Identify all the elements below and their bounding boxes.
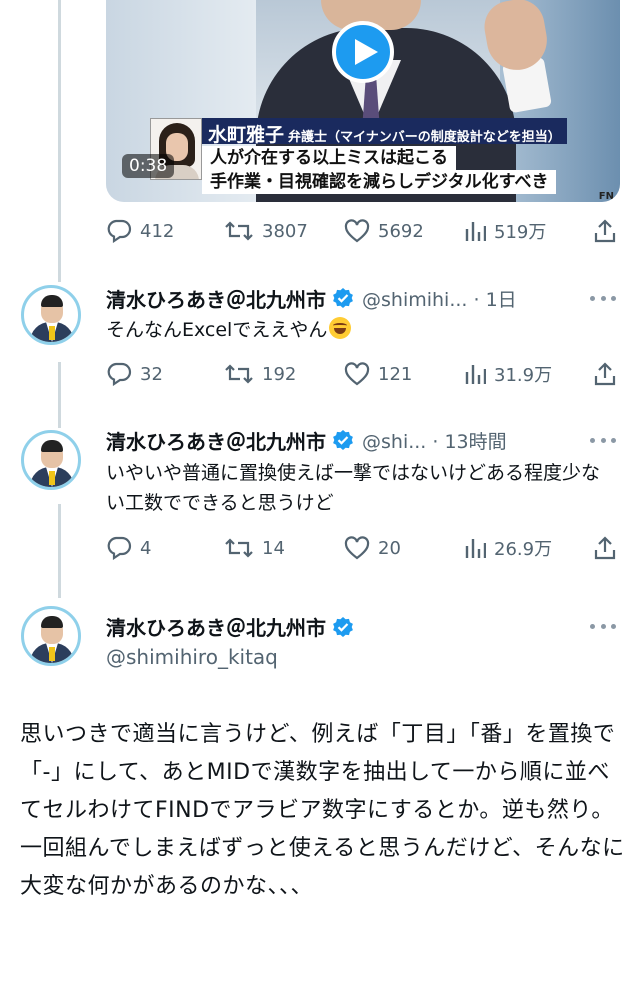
tweet-header: 清水ひろあき＠北九州市 @shimihi... · 1日 [106,283,517,313]
heart-icon [344,219,370,243]
video-duration: 0:38 [122,154,175,178]
play-icon [354,39,378,65]
heart-icon [344,362,370,386]
share-button[interactable] [594,536,616,560]
views-count: 26.9万 [494,539,553,560]
retweet-icon [225,364,253,384]
like-button[interactable]: 121 [344,362,412,386]
tweet-text: いやいや普通に置換使えば一撃ではないけどある程度少ない工数でできると思うけど [106,462,601,514]
share-icon [594,362,616,386]
display-name[interactable]: 清水ひろあき＠北九州市 [106,426,326,455]
caption-line-1: 人が介在する以上ミスは起こる [202,146,456,170]
like-button[interactable]: 20 [344,536,401,560]
tweet-actions: 32 192 121 31.9万 [106,359,620,389]
thread-line [58,362,61,428]
retweet-icon [225,538,253,558]
handle[interactable]: @shimihiro_kitaq [106,645,278,669]
heart-icon [344,536,370,560]
main-tweet-header: 清水ひろあき＠北九州市 [106,612,362,641]
verified-badge-icon [333,616,353,637]
retweet-count: 3807 [262,220,308,242]
reply-button[interactable]: 412 [106,219,174,243]
more-options-button[interactable] [590,294,616,302]
display-name[interactable]: 清水ひろあき＠北九州市 [106,612,326,641]
caption-line-2: 手作業・目視確認を減らしデジタル化すべき [202,170,557,194]
views-icon [465,365,486,384]
verified-badge-icon [333,288,353,308]
retweet-count: 14 [262,537,285,559]
avatar[interactable] [21,606,81,666]
play-button[interactable] [332,21,394,83]
video-player[interactable]: 水町雅子 弁護士（マイナンバーの制度設計などを担当） 人が介在する以上ミスは起こ… [106,0,620,202]
views-button[interactable]: 26.9万 [464,535,552,561]
tweet-actions: 4 14 20 26.9万 [106,533,620,563]
share-button[interactable] [594,362,616,386]
views-button[interactable]: 519万 [464,218,546,244]
news-caption: 水町雅子 弁護士（マイナンバーの制度設計などを担当） 人が介在する以上ミスは起こ… [150,118,620,202]
display-name[interactable]: 清水ひろあき＠北九州市 [106,284,326,313]
tweet-actions: 412 3807 5692 519万 [106,216,620,246]
retweet-count: 192 [262,363,297,385]
main-tweet-text: 思いつきで適当に言うけど、例えば「丁目」「番」を置換で「-」にして、あとMIDで… [20,722,625,899]
like-count: 20 [378,537,401,559]
handle-and-time[interactable]: @shimihi... · 1日 [362,285,517,312]
caption-name: 水町雅子 [208,124,285,146]
avatar[interactable] [21,430,81,490]
verified-badge-icon [333,430,353,450]
broadcaster-mark: FN [598,191,614,202]
reply-button[interactable]: 32 [106,362,163,386]
views-count: 31.9万 [494,365,553,386]
share-icon [594,219,616,243]
retweet-button[interactable]: 14 [224,537,285,559]
like-count: 121 [378,363,413,385]
reply-count: 32 [140,363,163,385]
more-options-button[interactable] [590,622,616,630]
reply-icon [107,362,132,386]
like-count: 5692 [378,220,424,242]
tweet-header: 清水ひろあき＠北九州市 @shi... · 13時間 [106,425,507,455]
caption-name-plate: 水町雅子 弁護士（マイナンバーの制度設計などを担当） [202,118,567,146]
retweet-button[interactable]: 3807 [224,220,308,242]
reply-icon [107,219,132,243]
more-options-button[interactable] [590,436,616,444]
views-icon [465,539,486,558]
reply-icon [107,536,132,560]
reply-count: 4 [140,537,152,559]
views-button[interactable]: 31.9万 [464,361,552,387]
share-button[interactable] [594,219,616,243]
caption-role: 弁護士（マイナンバーの制度設計などを担当） [288,130,561,145]
handle-and-time[interactable]: @shi... · 13時間 [362,427,507,454]
avatar[interactable] [21,285,81,345]
reply-count: 412 [140,220,175,242]
retweet-button[interactable]: 192 [224,363,296,385]
views-icon [465,222,486,241]
thread-line [58,0,61,282]
rolling-laughing-emoji-icon [329,317,352,339]
reply-button[interactable]: 4 [106,536,151,560]
tweet-text: そんなんExcelでええやん [106,315,616,345]
share-icon [594,536,616,560]
retweet-icon [225,221,253,241]
views-count: 519万 [494,222,547,243]
like-button[interactable]: 5692 [344,219,424,243]
thread-line [58,504,61,598]
